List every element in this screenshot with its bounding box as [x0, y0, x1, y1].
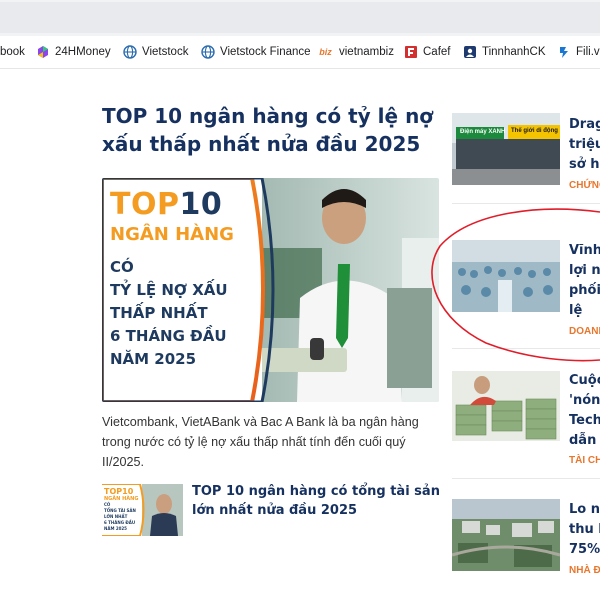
- fili-logo-icon: [557, 45, 571, 59]
- hero-image[interactable]: TOP10 NGÂN HÀNG CÓ TỶ LỆ NỢ XẤU THẤP NHẤ…: [102, 178, 439, 402]
- bookmark-vietstock-finance[interactable]: Vietstock Finance: [201, 36, 311, 68]
- bookmark-label: Cafef: [423, 46, 451, 58]
- bookmark-label: TinnhanhCK: [482, 46, 546, 58]
- hero-heading: TOP10: [110, 187, 223, 222]
- bookmark-vietstock[interactable]: Vietstock: [123, 36, 188, 68]
- sidebar-category-2[interactable]: DOANH: [569, 326, 600, 337]
- globe-icon: [123, 45, 137, 59]
- sidebar-category-3[interactable]: TÀI CH: [569, 455, 600, 466]
- bookmark-24hmoney[interactable]: 24HMoney: [36, 36, 111, 68]
- sidebar-thumbnail-2[interactable]: [452, 240, 560, 312]
- store-sign-thegioididong: Thế giới di động: [511, 128, 558, 134]
- sidebar-category-1[interactable]: CHỨNG: [569, 180, 600, 191]
- sidebar-thumbnail-4[interactable]: [452, 499, 560, 571]
- sidebar-divider: [452, 478, 600, 479]
- sidebar-title-2[interactable]: Vĩnh lợi nh phối c lệ: [569, 241, 600, 321]
- sidebar-category-4[interactable]: NHÀ Đ: [569, 565, 600, 576]
- bookmark-label: book: [0, 46, 25, 58]
- hero-subheading: NGÂN HÀNG: [110, 224, 234, 245]
- bookmark-fili[interactable]: Fili.vn: [557, 36, 600, 68]
- bookmark-label: 24HMoney: [55, 46, 111, 58]
- sidebar-divider: [452, 203, 600, 204]
- sidebar-title-3[interactable]: Cuộc 'nóng Techc dẫn đ: [569, 371, 600, 451]
- address-bar[interactable]: [0, 2, 600, 33]
- sidebar-title-1[interactable]: Drago triệu sở hữ: [569, 115, 600, 175]
- bookmark-label: Fili.vn: [576, 46, 600, 58]
- bookmark-cafef[interactable]: Cafef: [404, 36, 451, 68]
- article-title[interactable]: TOP 10 ngân hàng có tỷ lệ nợ xấu thấp nh…: [102, 102, 447, 158]
- sidebar-thumbnail-3[interactable]: [452, 371, 560, 441]
- related-article-title[interactable]: TOP 10 ngân hàng có tổng tài sản lớn nhấ…: [192, 482, 447, 520]
- tinnhanhck-logo-icon: [463, 45, 477, 59]
- bookmark-label: vietnambiz: [339, 46, 394, 58]
- sidebar-title-4[interactable]: Lo ng thu h 75% c: [569, 500, 600, 560]
- bookmarks-bar: book 24HMoney Vietstock Vietstock Financ…: [0, 36, 600, 69]
- browser-tab-strip: [0, 0, 600, 36]
- bookmark-tinnhanhck[interactable]: TinnhanhCK: [463, 36, 546, 68]
- article-summary: Vietcombank, VietABank và Bac A Bank là …: [102, 415, 419, 469]
- related-article-thumbnail[interactable]: TOP10 NGÂN HÀNG CÓ TỔNG TÀI SẢN LỚN NHẤT…: [102, 484, 183, 536]
- cafef-logo-icon: [404, 45, 418, 59]
- bookmark-label: Vietstock: [142, 46, 189, 58]
- sidebar-divider: [452, 348, 600, 349]
- bookmark-label: Vietstock Finance: [220, 46, 311, 58]
- globe-icon: [201, 45, 215, 59]
- bookmark-vietnambiz[interactable]: biz vietnambiz: [317, 36, 394, 68]
- 24hmoney-logo-icon: [36, 45, 50, 59]
- store-sign-dienmayxanh: Điện máy XANH: [460, 129, 506, 135]
- biz-logo-icon: biz: [319, 47, 332, 57]
- sidebar-thumbnail-1[interactable]: Điện máy XANH Thế giới di động: [452, 113, 560, 185]
- bookmark-book[interactable]: book: [0, 36, 25, 68]
- hero-body: CÓ TỶ LỆ NỢ XẤU THẤP NHẤT 6 THÁNG ĐẦU NĂ…: [110, 258, 228, 368]
- related-thumbnail-text: TOP10 NGÂN HÀNG CÓ TỔNG TÀI SẢN LỚN NHẤT…: [104, 487, 139, 531]
